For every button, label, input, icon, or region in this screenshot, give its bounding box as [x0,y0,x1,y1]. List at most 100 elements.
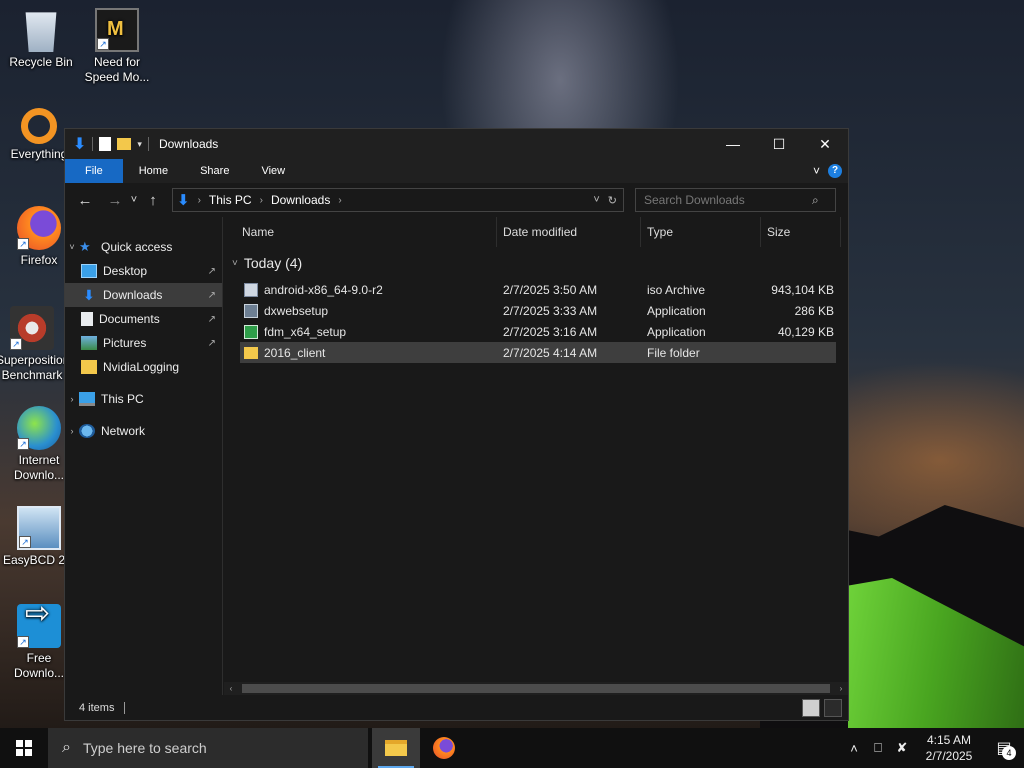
breadcrumb-separator[interactable]: › [260,195,263,206]
star-icon: ★ [79,239,91,254]
nav-item-documents[interactable]: Documents ↗ [65,307,222,331]
back-button[interactable]: ← [73,192,97,209]
breadcrumb-separator[interactable]: › [338,195,341,206]
volume-muted-icon[interactable]: ✘ [890,740,914,756]
search-icon[interactable]: ⌕ [812,193,819,208]
shortcut-arrow-icon: ↗ [97,38,109,50]
tab-file[interactable]: File [65,159,123,183]
collapse-chevron-icon[interactable]: ˅ [65,242,79,252]
file-rows: android-x86_64-9.0-r2 2/7/2025 3:50 AM i… [240,279,836,363]
nav-item-pictures[interactable]: Pictures ↗ [65,331,222,355]
navigation-bar: ← → ˅ ↑ ⬇ › This PC › Downloads › ˅ ↻ ⌕ [65,183,848,217]
search-box[interactable]: ⌕ [635,188,836,212]
minimize-button[interactable]: — [710,129,756,159]
pin-icon[interactable]: ↗ [208,266,216,277]
desktop-icon-label: Internet Downlo... [13,453,65,482]
address-dropdown-icon[interactable]: ˅ [593,194,599,207]
clock[interactable]: 4:15 AM 2/7/2025 [914,732,984,764]
pin-icon[interactable]: ↗ [208,314,216,325]
expand-ribbon-icon[interactable]: ˅ [813,164,820,178]
nav-quick-access[interactable]: ˅ ★ Quick access [65,235,222,259]
up-button[interactable]: ↑ [141,192,165,209]
tab-view[interactable]: View [245,159,301,183]
file-row[interactable]: 2016_client 2/7/2025 4:14 AM File folder [240,342,836,363]
group-header-today[interactable]: ˅ Today (4) [232,255,302,271]
desktop-icon-need-for-speed[interactable]: ↗ Need for Speed Mo... [78,8,156,85]
file-size: 943,104 KB [771,282,834,297]
ribbon-right-controls: ˅ ? [813,159,848,183]
horizontal-scrollbar[interactable]: ‹ › [224,682,848,695]
column-header-date[interactable]: Date modified [497,217,641,247]
address-bar[interactable]: ⬇ › This PC › Downloads › ˅ ↻ [172,188,624,212]
file-date: 2/7/2025 3:33 AM [503,303,598,318]
ribbon-tabs: File Home Share View ˅ ? [65,159,848,183]
customize-toolbar-icon[interactable]: ▾ [137,139,142,150]
scroll-left-button[interactable]: ‹ [224,682,238,695]
large-icons-view-button[interactable] [824,699,842,717]
downloads-arrow-icon: ⬇ [177,192,190,209]
nav-label: Documents [99,312,160,326]
file-date: 2/7/2025 3:16 AM [503,324,598,339]
pin-icon[interactable]: ↗ [208,290,216,301]
desktop-icon-recycle-bin[interactable]: Recycle Bin [2,8,80,70]
collapse-chevron-icon[interactable]: ˅ [232,258,238,269]
file-size: 286 KB [794,303,834,318]
notification-center-button[interactable]: ▤ 4 [984,738,1024,760]
help-icon[interactable]: ? [828,164,842,178]
internet-download-manager-icon: ↗ [17,406,61,450]
file-explorer-icon [385,740,407,756]
desktop-icon [81,264,97,278]
scrollbar-thumb[interactable] [242,684,830,693]
taskbar-search-input[interactable] [82,740,353,756]
column-header-size[interactable]: Size [761,217,841,247]
network-icon[interactable]: ⎕ [866,740,890,756]
new-folder-icon[interactable] [117,138,132,150]
maximize-button[interactable]: ☐ [756,129,802,159]
iso-file-icon [244,282,258,297]
nav-item-nvidialogging[interactable]: NvidiaLogging [65,355,222,379]
shortcut-arrow-icon: ↗ [10,338,22,350]
taskbar: ⌕ ˄ ⎕ ✘ 4:15 AM 2/7/2025 ▤ 4 [0,728,1024,768]
nav-network[interactable]: › Network [65,419,222,443]
breadcrumb-this-pc[interactable]: This PC [209,193,252,207]
details-view-button[interactable] [802,699,820,717]
desktop-icon-superposition[interactable]: ↗ Superposition Benchmark [0,306,68,383]
downloads-icon: ⬇ [83,286,95,303]
show-hidden-icons-button[interactable]: ˄ [842,741,866,756]
file-name: dxwebsetup [264,303,329,318]
refresh-icon[interactable]: ↻ [608,194,617,207]
nav-item-desktop[interactable]: Desktop ↗ [65,259,222,283]
pin-icon[interactable]: ↗ [208,338,216,349]
breadcrumb-downloads[interactable]: Downloads [271,193,330,207]
file-row[interactable]: android-x86_64-9.0-r2 2/7/2025 3:50 AM i… [240,279,836,300]
properties-icon[interactable] [99,137,112,151]
clock-date: 2/7/2025 [925,749,973,763]
forward-button[interactable]: → [103,192,127,209]
breadcrumb-separator[interactable]: › [198,195,201,206]
taskbar-search[interactable]: ⌕ [48,728,368,768]
file-row[interactable]: dxwebsetup 2/7/2025 3:33 AM Application … [240,300,836,321]
window-title: Downloads [158,137,219,151]
tab-share[interactable]: Share [184,159,245,183]
search-input[interactable] [644,193,812,207]
computer-icon [79,392,95,406]
title-bar[interactable]: ⬇ ▾ Downloads — ☐ ✕ [65,129,848,159]
close-button[interactable]: ✕ [802,129,848,159]
expand-chevron-icon[interactable]: › [65,426,79,436]
column-header-type[interactable]: Type [641,217,761,247]
nav-label: Pictures [103,336,147,350]
desktop-icon-label: Free Downlo... [13,651,65,680]
file-row[interactable]: fdm_x64_setup 2/7/2025 3:16 AM Applicati… [240,321,836,342]
nav-item-downloads[interactable]: ⬇ Downloads ↗ [65,283,222,307]
desktop-icon-label: Recycle Bin [9,55,73,69]
expand-chevron-icon[interactable]: › [65,394,79,404]
column-header-name[interactable]: Name [224,217,497,247]
recent-locations-button[interactable]: ˅ [127,194,141,206]
tab-home[interactable]: Home [123,159,184,183]
taskbar-app-firefox[interactable] [420,728,468,768]
start-button[interactable] [0,728,48,768]
taskbar-app-file-explorer[interactable] [372,728,420,768]
recycle-bin-icon [25,12,57,52]
scroll-right-button[interactable]: › [834,682,848,695]
nav-this-pc[interactable]: › This PC [65,387,222,411]
